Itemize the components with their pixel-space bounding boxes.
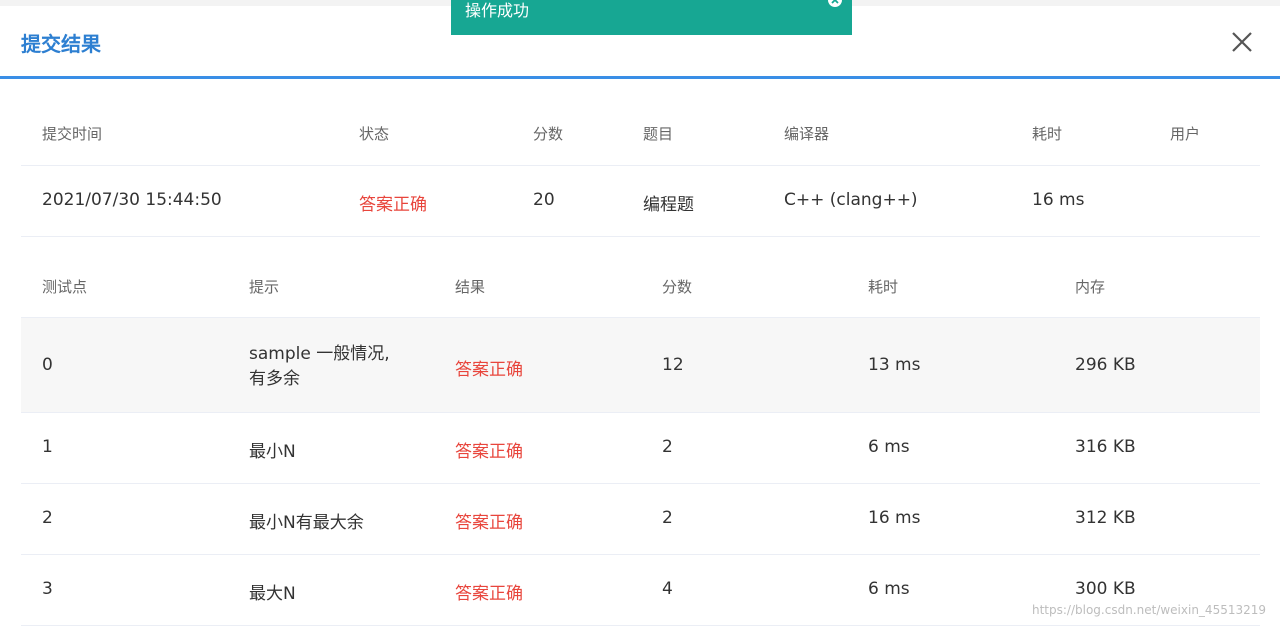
summary-table: 提交时间 状态 分数 题目 编译器 耗时 用户 2021/07/30 15:44… [21, 98, 1260, 238]
test-elapsed: 16 ms [868, 508, 921, 528]
test-result: 答案正确 [455, 442, 523, 462]
test-result: 答案正确 [455, 360, 523, 380]
test-score: 2 [662, 437, 673, 457]
summary-compiler: C++ (clang++) [784, 190, 918, 210]
summary-col-time: 提交时间 [42, 125, 103, 143]
summary-data-row: 2021/07/30 15:44:50 答案正确 20 编程题 C++ (cla… [21, 166, 1260, 237]
test-hint: 最小N有最大余 [249, 513, 364, 533]
test-memory: 316 KB [1075, 437, 1136, 457]
tests-col-hint: 提示 [249, 278, 280, 296]
test-memory: 300 KB [1075, 579, 1136, 599]
test-points-table: 测试点 提示 结果 分数 耗时 内存 0 sample 一般情况, 有多余 答案… [21, 250, 1260, 628]
summary-problem: 编程题 [643, 195, 694, 215]
tests-col-id: 测试点 [42, 278, 88, 296]
toast-close-button[interactable] [827, 0, 843, 8]
tests-header-row: 测试点 提示 结果 分数 耗时 内存 [21, 250, 1260, 318]
close-icon [1232, 32, 1252, 52]
summary-col-elapsed: 耗时 [1032, 125, 1063, 143]
test-elapsed: 6 ms [868, 437, 910, 457]
summary-col-compiler: 编译器 [784, 125, 830, 143]
test-hint: 最小N [249, 442, 296, 462]
summary-status: 答案正确 [359, 195, 427, 215]
tests-col-memory: 内存 [1075, 278, 1106, 296]
summary-col-score: 分数 [533, 125, 564, 143]
test-id: 3 [42, 579, 53, 599]
summary-col-problem: 题目 [643, 125, 674, 143]
test-id: 1 [42, 437, 53, 457]
toast-message: 操作成功 [465, 1, 530, 20]
summary-col-status: 状态 [359, 125, 390, 143]
test-elapsed: 6 ms [868, 579, 910, 599]
test-memory: 312 KB [1075, 508, 1136, 528]
close-button[interactable] [1226, 26, 1258, 58]
test-hint: 最大N [249, 584, 296, 604]
test-hint: sample 一般情况, 有多余 [249, 344, 390, 389]
test-row: 1 最小N 答案正确 2 6 ms 316 KB [21, 413, 1260, 484]
summary-col-user: 用户 [1170, 125, 1201, 143]
toast-notification: 操作成功 [451, 0, 852, 35]
test-result: 答案正确 [455, 513, 523, 533]
test-result: 答案正确 [455, 584, 523, 604]
summary-elapsed: 16 ms [1032, 190, 1085, 210]
test-row: 0 sample 一般情况, 有多余 答案正确 12 13 ms 296 KB [21, 318, 1260, 413]
watermark: https://blog.csdn.net/weixin_45513219 [1032, 603, 1267, 617]
tests-col-elapsed: 耗时 [868, 278, 899, 296]
tests-col-score: 分数 [662, 278, 693, 296]
toast-close-icon [828, 0, 842, 7]
test-id: 2 [42, 508, 53, 528]
dialog-title: 提交结果 [21, 32, 101, 56]
test-elapsed: 13 ms [868, 355, 921, 375]
summary-header-row: 提交时间 状态 分数 题目 编译器 耗时 用户 [21, 98, 1260, 166]
test-memory: 296 KB [1075, 355, 1136, 375]
test-id: 0 [42, 355, 53, 375]
test-score: 12 [662, 355, 684, 375]
test-row: 2 最小N有最大余 答案正确 2 16 ms 312 KB [21, 484, 1260, 555]
summary-submit-time: 2021/07/30 15:44:50 [42, 190, 222, 210]
tests-col-result: 结果 [455, 278, 486, 296]
test-score: 2 [662, 508, 673, 528]
test-score: 4 [662, 579, 673, 599]
summary-score: 20 [533, 190, 555, 210]
